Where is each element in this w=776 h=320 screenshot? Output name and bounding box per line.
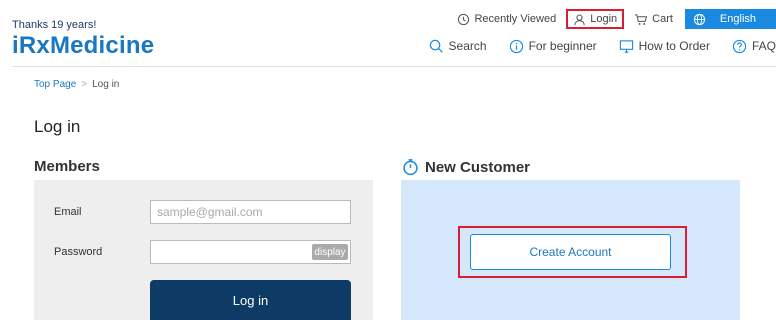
page-title: Log in	[34, 117, 81, 136]
new-customer-panel: Create Account	[401, 180, 740, 320]
recently-viewed-link[interactable]: Recently Viewed	[457, 9, 556, 29]
breadcrumb-separator: >	[81, 79, 88, 90]
faq-label: FAQ	[751, 39, 776, 53]
for-beginner-label: For beginner	[528, 39, 597, 53]
breadcrumb-current: Log in	[92, 79, 120, 90]
search-link[interactable]: Search	[429, 39, 487, 54]
faq-link[interactable]: FAQ	[732, 39, 776, 54]
recently-viewed-label: Recently Viewed	[474, 13, 557, 25]
language-selector[interactable]: English	[684, 9, 776, 29]
password-label: Password	[54, 246, 103, 258]
breadcrumb: Top Page > Log in	[34, 79, 119, 90]
cart-icon	[635, 13, 648, 25]
header-divider	[12, 66, 776, 67]
how-to-order-link[interactable]: How to Order	[619, 39, 710, 54]
email-field[interactable]	[150, 200, 351, 224]
breadcrumb-home-link[interactable]: Top Page	[34, 79, 76, 90]
how-to-order-label: How to Order	[638, 39, 710, 53]
login-button[interactable]: Log in	[150, 280, 351, 320]
language-label: English	[719, 13, 756, 25]
info-icon	[509, 39, 523, 53]
members-login-panel: Email Password display Log in	[34, 180, 373, 320]
tagline: Thanks 19 years!	[12, 19, 97, 31]
login-label: Login	[590, 13, 618, 25]
search-icon	[429, 39, 443, 53]
search-label: Search	[448, 39, 487, 53]
new-customer-heading: New Customer	[402, 158, 530, 176]
globe-icon	[693, 13, 706, 25]
stopwatch-icon	[403, 159, 418, 176]
new-customer-title: New Customer	[425, 158, 531, 176]
create-account-button[interactable]: Create Account	[470, 234, 671, 270]
question-icon	[732, 39, 747, 53]
login-link[interactable]: Login	[566, 9, 625, 29]
site-logo[interactable]: iRxMedicine	[12, 32, 154, 60]
cart-link[interactable]: Cart	[634, 9, 673, 29]
display-password-button[interactable]: display	[312, 244, 348, 260]
monitor-icon	[619, 39, 633, 53]
clock-history-icon	[458, 13, 470, 25]
email-label: Email	[54, 206, 82, 218]
top-utility-nav: Recently Viewed Login Cart English	[457, 9, 776, 29]
members-heading: Members	[34, 158, 100, 175]
cart-label: Cart	[652, 13, 673, 25]
for-beginner-link[interactable]: For beginner	[509, 39, 597, 54]
main-nav: Search For beginner How to Order FAQ	[407, 37, 776, 55]
user-icon	[574, 14, 585, 25]
